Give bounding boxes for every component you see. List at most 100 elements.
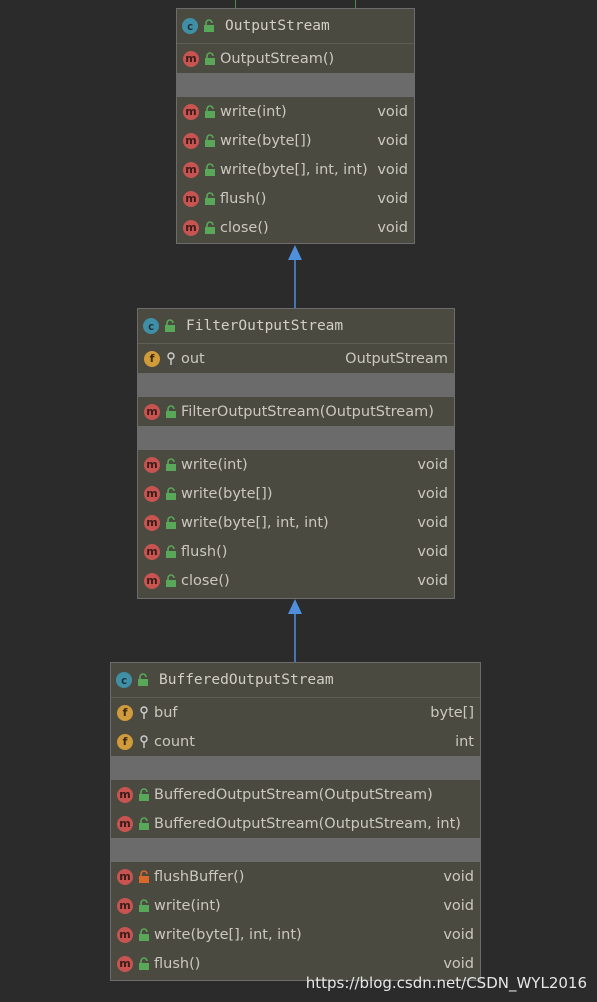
method-row[interactable]: m write(byte[], int, int) void — [138, 508, 454, 537]
method-icon: m — [117, 897, 133, 914]
method-row[interactable]: m close() void — [138, 566, 454, 595]
private-lock-icon — [139, 869, 149, 883]
field-row[interactable]: f buf byte[] — [111, 698, 480, 727]
class-box-output-stream[interactable]: c OutputStream m OutputStream() m write(… — [176, 8, 415, 244]
public-lock-icon — [205, 133, 215, 147]
method-return-type: void — [377, 103, 408, 120]
method-name: write(int) — [154, 897, 221, 914]
method-row[interactable]: m write(int) void — [111, 891, 480, 920]
class-header: c BufferedOutputStream — [111, 663, 480, 698]
method-return-type: void — [377, 161, 408, 178]
method-name: write(byte[]) — [181, 485, 273, 502]
protected-key-icon — [140, 705, 148, 719]
public-lock-icon — [205, 162, 215, 176]
class-icon: c — [116, 672, 132, 688]
section-separator — [111, 838, 480, 862]
section-separator — [177, 73, 414, 97]
method-return-type: void — [417, 543, 448, 560]
protected-key-icon — [140, 734, 148, 748]
class-icon: c — [143, 318, 159, 334]
method-return-type: void — [417, 572, 448, 589]
constructor-row[interactable]: m BufferedOutputStream(OutputStream, int… — [111, 809, 480, 838]
method-name: flush() — [154, 955, 201, 972]
public-lock-icon — [166, 573, 176, 587]
public-lock-icon — [204, 19, 214, 32]
method-row[interactable]: m flush() void — [177, 184, 414, 213]
public-lock-icon — [139, 787, 149, 801]
field-name: buf — [154, 704, 178, 721]
method-row[interactable]: m write(int) void — [138, 450, 454, 479]
method-icon: m — [183, 50, 199, 67]
constructor-row[interactable]: m BufferedOutputStream(OutputStream) — [111, 780, 480, 809]
method-name: flush() — [220, 190, 267, 207]
class-name: FilterOutputStream — [186, 318, 344, 334]
constructor-name: OutputStream() — [220, 50, 335, 67]
method-icon: m — [144, 543, 160, 560]
section-separator — [138, 426, 454, 450]
method-return-type: void — [443, 868, 474, 885]
method-icon: m — [144, 572, 160, 589]
public-lock-icon — [166, 486, 176, 500]
constructor-name: BufferedOutputStream(OutputStream, int) — [154, 815, 461, 832]
method-return-type: void — [443, 955, 474, 972]
public-lock-icon — [166, 544, 176, 558]
method-name: write(int) — [220, 103, 287, 120]
method-icon: m — [144, 485, 160, 502]
field-type: int — [455, 733, 474, 750]
public-lock-icon — [166, 515, 176, 529]
method-row[interactable]: m flushBuffer() void — [111, 862, 480, 891]
method-icon: m — [117, 926, 133, 943]
field-icon: f — [117, 733, 133, 750]
inheritance-arrow — [288, 599, 302, 662]
public-lock-icon — [139, 816, 149, 830]
method-row[interactable]: m write(byte[]) void — [177, 126, 414, 155]
class-name: OutputStream — [225, 18, 330, 34]
public-lock-icon — [139, 956, 149, 970]
method-icon: m — [117, 786, 133, 803]
constructor-row[interactable]: m FilterOutputStream(OutputStream) — [138, 397, 454, 426]
method-name: flush() — [181, 543, 228, 560]
method-icon: m — [183, 219, 199, 236]
inheritance-line-top-left — [235, 0, 236, 8]
method-icon: m — [117, 868, 133, 885]
method-name: write(byte[], int, int) — [220, 161, 368, 178]
method-name: write(byte[], int, int) — [181, 514, 329, 531]
class-box-filter-output-stream[interactable]: c FilterOutputStream f out OutputStream … — [137, 308, 455, 599]
method-row[interactable]: m flush() void — [138, 537, 454, 566]
public-lock-icon — [205, 104, 215, 118]
class-header: c FilterOutputStream — [138, 309, 454, 344]
public-lock-icon — [138, 673, 148, 686]
method-icon: m — [144, 514, 160, 531]
method-row[interactable]: m write(byte[], int, int) void — [177, 155, 414, 184]
watermark-text: https://blog.csdn.net/CSDN_WYL2016 — [305, 974, 587, 992]
method-icon: m — [117, 955, 133, 972]
field-name: out — [181, 350, 205, 367]
constructor-name: BufferedOutputStream(OutputStream) — [154, 786, 433, 803]
method-row[interactable]: m write(int) void — [177, 97, 414, 126]
section-separator — [111, 756, 480, 780]
public-lock-icon — [205, 191, 215, 205]
method-icon: m — [144, 403, 160, 420]
field-type: OutputStream — [345, 350, 448, 367]
class-box-buffered-output-stream[interactable]: c BufferedOutputStream f buf byte[] f co… — [110, 662, 481, 981]
method-return-type: void — [443, 897, 474, 914]
field-row[interactable]: f count int — [111, 727, 480, 756]
method-row[interactable]: m write(byte[], int, int) void — [111, 920, 480, 949]
field-icon: f — [144, 350, 160, 367]
field-row[interactable]: f out OutputStream — [138, 344, 454, 373]
constructor-row[interactable]: m OutputStream() — [177, 44, 414, 73]
method-return-type: void — [417, 456, 448, 473]
method-row[interactable]: m write(byte[]) void — [138, 479, 454, 508]
class-icon: c — [182, 18, 198, 34]
method-return-type: void — [377, 132, 408, 149]
method-row[interactable]: m close() void — [177, 213, 414, 242]
method-name: write(int) — [181, 456, 248, 473]
public-lock-icon — [166, 457, 176, 471]
method-name: close() — [220, 219, 269, 236]
public-lock-icon — [139, 898, 149, 912]
public-lock-icon — [205, 220, 215, 234]
public-lock-icon — [166, 404, 176, 418]
section-separator — [138, 373, 454, 397]
constructor-name: FilterOutputStream(OutputStream) — [181, 403, 434, 420]
class-name: BufferedOutputStream — [159, 672, 334, 688]
